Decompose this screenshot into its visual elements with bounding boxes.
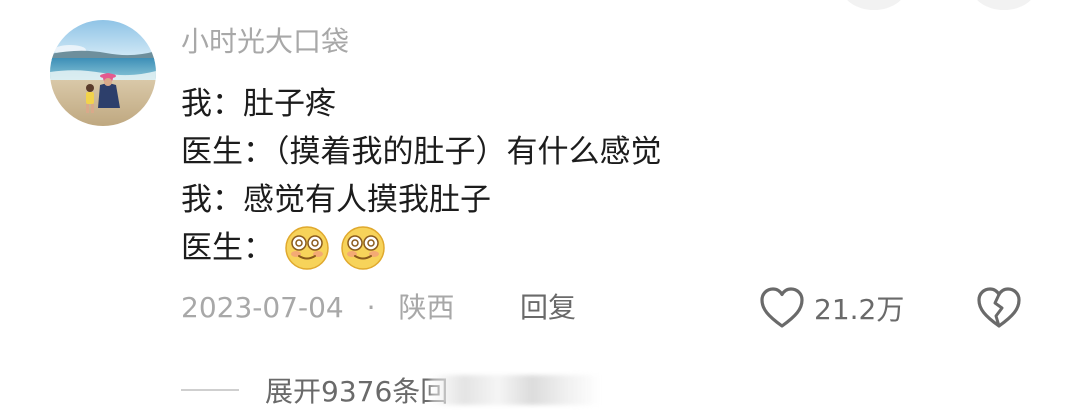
blushing-face-emoji-icon [340, 225, 385, 270]
comment-body: 我：肚子疼 医生：（摸着我的肚子）有什么感觉 我：感觉有人摸我肚子 医生： [181, 80, 1041, 272]
comment-line: 我：感觉有人摸我肚子 [181, 182, 491, 218]
expand-replies-label: 展开9376条回 [265, 375, 449, 408]
blurred-overlay [430, 375, 601, 405]
username[interactable]: 小时光大口袋 [181, 22, 349, 62]
meta-separator: · [366, 291, 376, 324]
dislike-button[interactable] [975, 283, 1023, 333]
broken-heart-icon [977, 287, 1021, 328]
comment-meta: 2023-07-04 · 陕西 [181, 286, 454, 330]
avatar-beach-photo [50, 20, 156, 126]
heart-icon [760, 287, 804, 328]
top-action-button-right[interactable] [972, 0, 1036, 10]
like-button[interactable]: 21.2万 [758, 283, 904, 333]
comment-line-text: 医生： [181, 230, 274, 266]
reply-button[interactable]: 回复 [520, 286, 576, 330]
comment-card: 小时光大口袋 我：肚子疼 医生：（摸着我的肚子）有什么感觉 我：感觉有人摸我肚子… [0, 0, 1080, 416]
comment-line: 医生：（摸着我的肚子）有什么感觉 [181, 134, 662, 170]
like-count: 21.2万 [814, 293, 905, 326]
comment-line-with-emoji: 医生： [181, 224, 1041, 272]
blushing-face-emoji-icon [285, 225, 329, 270]
avatar[interactable] [50, 20, 156, 126]
divider-line [181, 389, 239, 391]
expand-replies[interactable]: 展开9376条回 [181, 368, 601, 412]
top-action-button-left[interactable] [842, 0, 906, 10]
comment-date: 2023-07-04 [181, 291, 344, 324]
comment-location: 陕西 [398, 291, 455, 324]
comment-line: 我：肚子疼 [181, 86, 336, 122]
